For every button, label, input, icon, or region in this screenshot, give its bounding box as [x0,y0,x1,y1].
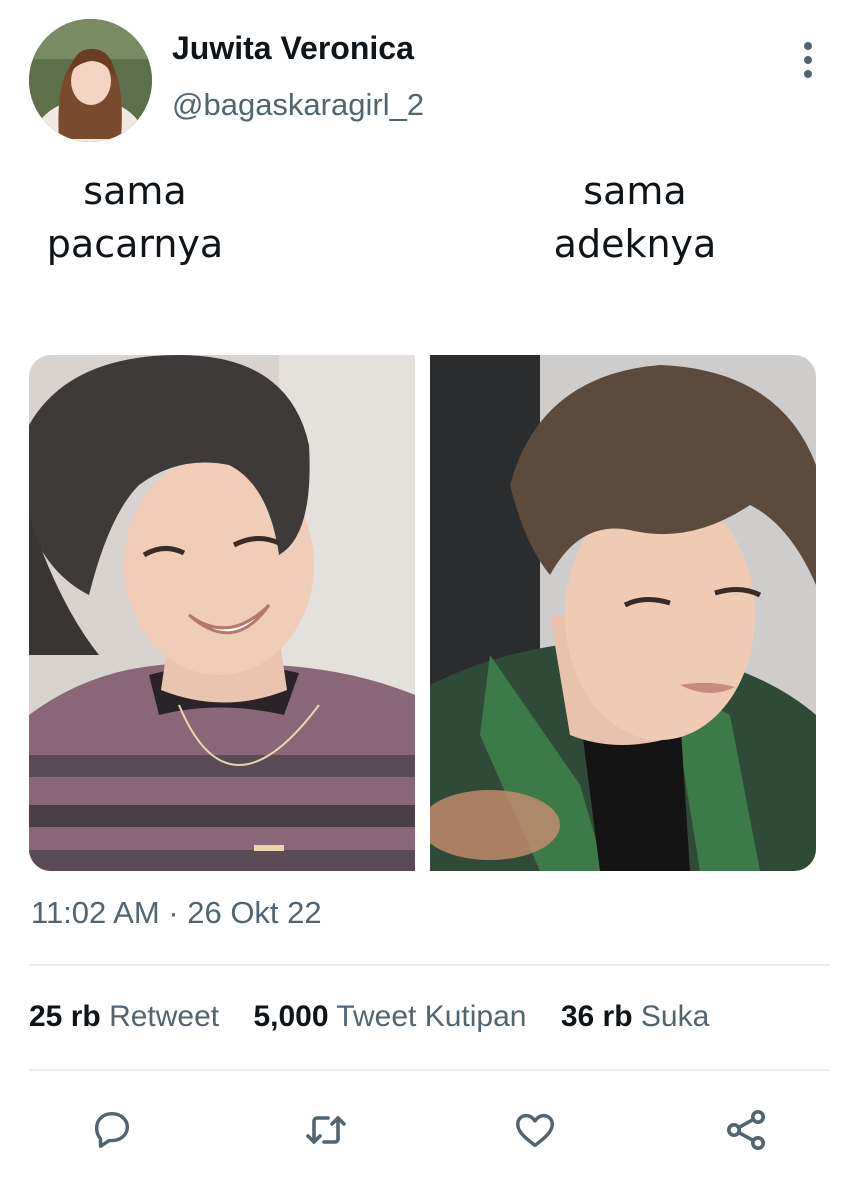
caption-left-line: pacarnya [46,222,224,266]
share-icon [727,1110,765,1150]
quotes-count: 5,000 [253,1000,329,1033]
divider [29,964,830,966]
avatar[interactable] [29,19,152,142]
divider [29,1069,830,1071]
retweets-stat[interactable]: 25 rb Retweet [29,1000,219,1033]
heart-icon [516,1113,554,1148]
retweets-label: Retweet [109,1000,220,1033]
retweets-count: 25 rb [29,1000,101,1033]
tweet-photo-left[interactable] [29,355,415,871]
reply-icon [94,1111,130,1149]
display-name[interactable]: Juwita Veronica [172,30,414,67]
retweet-icon [306,1116,346,1144]
tweet-stats: 25 rb Retweet 5,000 Tweet Kutipan 36 rb … [29,1000,735,1034]
likes-label: Suka [640,1000,710,1033]
quotes-stat[interactable]: 5,000 Tweet Kutipan [253,1000,526,1033]
tweet-timestamp[interactable]: 11:02 AM · 26 Okt 22 [31,895,322,931]
tweet-photo-right[interactable] [430,355,816,871]
tweet-action-bar [0,1100,859,1160]
caption-right-line: adeknya [553,222,717,266]
likes-count: 36 rb [560,1000,633,1033]
caption-right-line: sama [583,169,687,213]
like-button[interactable] [505,1100,565,1160]
user-handle[interactable]: @bagaskaragirl_2 [172,87,424,123]
caption-left: sama pacarnya [20,165,250,271]
retweet-button[interactable] [296,1100,356,1160]
more-vertical-icon [804,42,812,50]
reply-button[interactable] [82,1100,142,1160]
caption-right: sama adeknya [520,165,750,271]
share-button[interactable] [716,1100,776,1160]
likes-stat[interactable]: 36 rb Suka [561,1000,709,1033]
more-options-button[interactable] [790,40,826,80]
quotes-label: Tweet Kutipan [336,1000,527,1033]
caption-left-line: sama [83,169,187,213]
